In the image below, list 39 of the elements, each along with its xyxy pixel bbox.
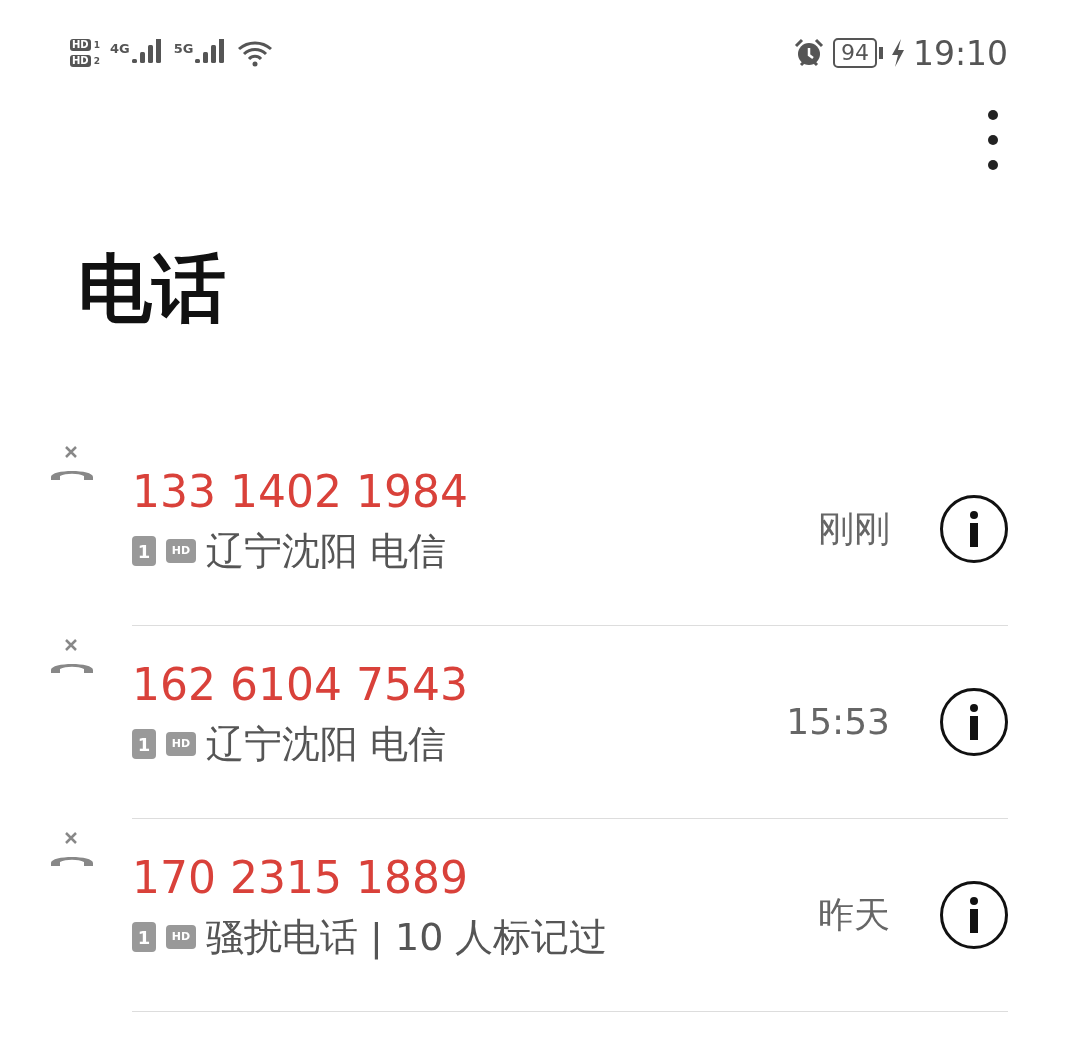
call-log-row[interactable]: 133 1402 1984 1 HD 辽宁沈阳 电信 刚刚 [0, 433, 1080, 626]
missed-call-icon [48, 638, 96, 674]
page-title: 电话 [78, 251, 227, 325]
battery-indicator: 94 [832, 38, 883, 68]
call-time: 刚刚 [818, 507, 890, 551]
sim-slot: 1 [93, 40, 100, 50]
sim-slot: 2 [93, 56, 100, 66]
call-time: 昨天 [818, 893, 890, 937]
hd-badge: HD [166, 732, 196, 756]
missed-call-icon [48, 831, 96, 867]
hd-badge: HD [166, 539, 196, 563]
charging-bolt-icon [890, 39, 905, 67]
missed-call-icon [48, 445, 96, 481]
info-button[interactable] [940, 881, 1008, 949]
call-log-row[interactable]: 162 6104 7543 1 HD 辽宁沈阳 电信 15:53 [0, 626, 1080, 819]
network-label: 4G [109, 40, 130, 58]
info-icon [968, 704, 980, 740]
caller-location: 骚扰电话 | 10 人标记过 [206, 915, 608, 959]
sim-badge: 1 [132, 536, 156, 566]
call-log-row[interactable]: 170 2315 1889 1 HD 骚扰电话 | 10 人标记过 昨天 [0, 819, 1080, 1012]
wifi-icon [237, 39, 274, 67]
sim-badge: 1 [132, 729, 156, 759]
info-icon [968, 511, 980, 547]
phone-number: 133 1402 1984 [132, 465, 469, 519]
caller-location: 辽宁沈阳 电信 [206, 529, 447, 573]
phone-number: 162 6104 7543 [132, 658, 469, 712]
hd-badge: HD [70, 55, 91, 67]
hd-badge: HD [166, 925, 196, 949]
info-icon [968, 897, 980, 933]
sim-badge: 1 [132, 922, 156, 952]
caller-location: 辽宁沈阳 电信 [206, 722, 447, 766]
info-button[interactable] [940, 495, 1008, 563]
info-button[interactable] [940, 688, 1008, 756]
call-time: 15:53 [786, 700, 890, 744]
hd-badge: HD [70, 39, 91, 51]
network-label: 5G [173, 40, 194, 58]
alarm-clock-icon [792, 37, 825, 69]
phone-number: 170 2315 1889 [132, 851, 469, 905]
clock-time: 19:10 [912, 36, 1008, 70]
